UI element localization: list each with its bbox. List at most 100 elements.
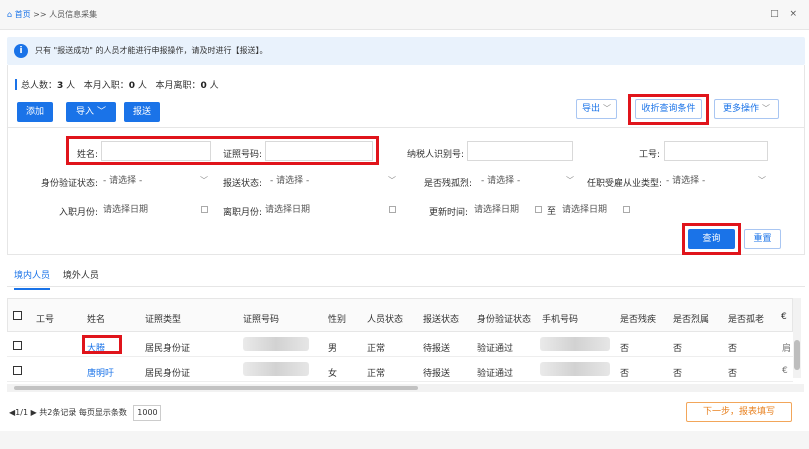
horizontal-scroll-thumb[interactable] (14, 386, 418, 390)
bottom-bar (0, 431, 809, 449)
window-controls[interactable]: □ × (770, 9, 801, 19)
disabled-select[interactable]: - 请选择 - ﹀ (481, 171, 576, 191)
total-label: 总人数： (21, 81, 58, 91)
more-label: 更多操作 (723, 104, 760, 114)
row-checkbox[interactable] (13, 341, 22, 350)
disabled-label: 是否残孤烈: (423, 179, 472, 189)
in-unit: 人 (135, 81, 147, 91)
disabled-cell: 否 (620, 344, 630, 354)
entry-month-picker[interactable]: 请选择日期 (103, 200, 210, 220)
tab-domestic[interactable]: 境内人员 (14, 271, 51, 290)
chevron-down-icon: ﹀ (761, 104, 770, 113)
submit-status-cell: 待报送 (423, 344, 451, 354)
calendar-icon (623, 206, 630, 213)
column-header[interactable]: 人员状态 (367, 312, 403, 325)
calendar-icon (201, 206, 208, 213)
import-button[interactable]: 导入 ﹀ (66, 102, 116, 122)
column-header[interactable]: € (781, 312, 787, 322)
summary-line: 总人数：3 人 本月入职：0 人 本月离职：0 人 (21, 78, 219, 91)
redacted-id-number (243, 362, 309, 376)
truncated-cell: 肩 (782, 344, 792, 354)
title-bar (0, 0, 809, 30)
id-type-cell: 居民身份证 (145, 344, 191, 354)
submit-status-cell: 待报送 (423, 369, 451, 379)
chevron-down-icon: ﹀ (566, 176, 574, 185)
redacted-phone (540, 362, 610, 376)
add-button[interactable]: 添加 (17, 102, 53, 122)
total-unit: 人 (63, 81, 76, 91)
column-header[interactable]: 是否孤老 (728, 312, 764, 325)
status-cell: 正常 (367, 344, 386, 354)
column-header[interactable]: 是否烈属 (673, 312, 709, 325)
more-actions-button[interactable]: 更多操作 ﹀ (714, 99, 779, 119)
column-header[interactable]: 是否残疾 (620, 312, 656, 325)
tax-id-input[interactable] (467, 141, 573, 161)
job-number-label: 工号: (638, 150, 660, 160)
highlight-box (628, 94, 709, 125)
leave-month-label: 离职月份: (222, 208, 262, 218)
date-value: 请选择日期 (103, 205, 149, 215)
calendar-icon (389, 206, 396, 213)
calendar-icon (535, 206, 542, 213)
tax-id-label: 纳税人识别号: (406, 150, 464, 160)
breadcrumb-home[interactable]: 首页 (15, 10, 31, 19)
vertical-scroll-thumb[interactable] (794, 340, 800, 370)
tab-foreign[interactable]: 境外人员 (63, 271, 99, 281)
highlight-box (66, 136, 379, 165)
martyr-cell: 否 (673, 369, 683, 379)
column-header[interactable]: 身份验证状态 (477, 312, 531, 325)
row-checkbox[interactable] (13, 366, 22, 375)
range-to-label: 至 (547, 207, 557, 217)
highlight-box (682, 223, 741, 255)
column-header[interactable]: 工号 (36, 312, 54, 325)
leave-month-picker[interactable]: 请选择日期 (265, 200, 398, 220)
pagination: ◀1/1 ▶ 共2条记录 每页显示条数 1000 (9, 405, 162, 421)
id-verify-select[interactable]: - 请选择 - ﹀ (103, 171, 210, 191)
column-header[interactable]: 性别 (328, 312, 346, 325)
column-header[interactable]: 证照类型 (145, 312, 181, 325)
breadcrumb-separator: >> (30, 10, 50, 19)
column-header[interactable]: 报送状态 (423, 312, 459, 325)
status-cell: 正常 (367, 369, 386, 379)
home-icon[interactable]: ⌂ (7, 10, 12, 19)
martyr-cell: 否 (673, 344, 683, 354)
breadcrumb: ⌂ 首页 >> 人员信息采集 (7, 9, 97, 20)
tab-divider (7, 286, 805, 287)
verify-status-cell: 验证通过 (477, 344, 514, 354)
column-header[interactable]: 证照号码 (243, 312, 279, 325)
person-name-link[interactable]: 唐明吁 (87, 366, 114, 379)
employment-type-select[interactable]: - 请选择 - ﹀ (666, 171, 768, 191)
gender-cell: 女 (328, 369, 338, 379)
chevron-down-icon: ﹀ (602, 104, 611, 113)
date-value: 请选择日期 (474, 205, 520, 215)
update-time-end[interactable]: 请选择日期 (562, 200, 632, 220)
job-number-input[interactable] (664, 141, 768, 161)
column-header[interactable]: 手机号码 (542, 312, 578, 325)
chevron-down-icon: ﹀ (96, 107, 106, 117)
employment-type-label: 任职受雇从业类型: (586, 179, 662, 189)
select-value: - 请选择 - (481, 176, 521, 186)
reset-button[interactable]: 重置 (744, 229, 781, 249)
notice-text: 只有 "报送成功" 的人员才能进行申报操作，请及时进行【报送】。 (35, 46, 268, 55)
submit-button[interactable]: 报送 (124, 102, 160, 122)
column-header[interactable]: 姓名 (87, 312, 105, 325)
update-time-start[interactable]: 请选择日期 (474, 200, 544, 220)
summary-marker (15, 79, 17, 90)
next-step-button[interactable]: 下一步，报表填写 (686, 402, 792, 422)
update-time-label: 更新时间: (428, 208, 468, 218)
date-value: 请选择日期 (265, 205, 311, 215)
entry-month-label: 入职月份: (58, 208, 98, 218)
export-button[interactable]: 导出 ﹀ (576, 99, 617, 119)
breadcrumb-current: 人员信息采集 (49, 10, 98, 19)
select-all-checkbox[interactable] (13, 311, 22, 320)
select-value: - 请选择 - (103, 176, 143, 186)
id-type-cell: 居民身份证 (145, 369, 191, 379)
orphan-cell: 否 (728, 344, 738, 354)
submit-status-select[interactable]: - 请选择 - ﹀ (270, 171, 398, 191)
page-size-input[interactable]: 1000 (133, 405, 162, 421)
disabled-cell: 否 (620, 369, 630, 379)
id-verify-label: 身份验证状态: (40, 179, 98, 189)
pagination-text: ◀1/1 ▶ 共2条记录 每页显示条数 (9, 408, 127, 417)
date-value: 请选择日期 (562, 205, 608, 215)
info-icon: i (14, 44, 28, 58)
